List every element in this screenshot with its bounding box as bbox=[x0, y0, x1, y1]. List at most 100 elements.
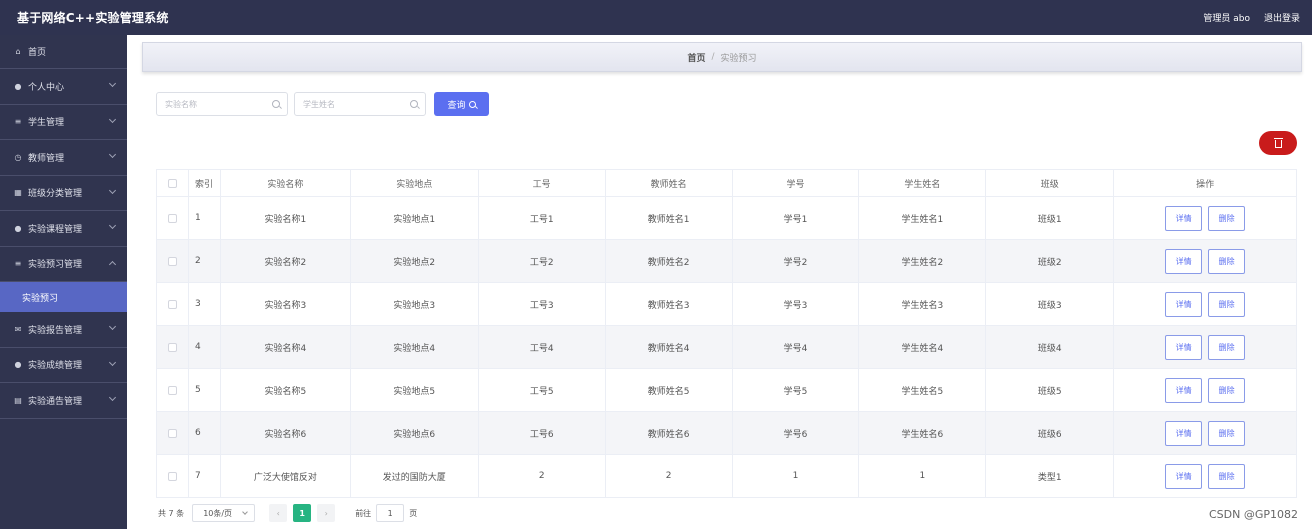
table-cell-name: 实验名称1 bbox=[221, 197, 351, 239]
data-table: 索引 实验名称 实验地点 工号 教师姓名 学号 学生姓名 班级 操作 1 实验名称… bbox=[156, 169, 1298, 498]
column-header: 班级 bbox=[986, 170, 1115, 196]
student-name-field bbox=[294, 92, 426, 116]
page-number-current[interactable]: 1 bbox=[293, 504, 312, 522]
user-icon: ● bbox=[14, 360, 22, 370]
table-cell-sid: 学号1 bbox=[733, 197, 860, 239]
row-checkbox[interactable] bbox=[167, 213, 177, 223]
table-cell-name: 实验名称5 bbox=[221, 369, 351, 411]
table-cell-student: 学生姓名5 bbox=[859, 369, 987, 411]
student-name-input[interactable] bbox=[295, 93, 405, 115]
total-count: 共 7 条 bbox=[158, 508, 185, 518]
experiment-name-input[interactable] bbox=[157, 93, 267, 115]
table-cell-idx: 1 bbox=[189, 197, 221, 239]
goto-page-input[interactable]: 1 bbox=[376, 504, 405, 522]
sidebar-item-students[interactable]: ≡ 学生管理 bbox=[0, 105, 127, 140]
goto-prefix: 前往 bbox=[355, 508, 372, 518]
table-cell-cls: 班级1 bbox=[986, 197, 1115, 239]
table-row: 5 实验名称5 实验地点5 工号5 教师姓名5 学号5 学生姓名5 班级5 详情 删除 bbox=[157, 369, 1298, 412]
sidebar-item-preview[interactable]: 实验预习 bbox=[0, 282, 127, 312]
sidebar-item-preview-management[interactable]: ≡ 实验预习管理 bbox=[0, 247, 127, 282]
breadcrumb-home[interactable]: 首页 bbox=[687, 51, 705, 64]
row-checkbox[interactable] bbox=[167, 299, 177, 309]
table-cell-sid: 学号3 bbox=[733, 283, 860, 325]
query-button[interactable]: 查询 bbox=[434, 92, 489, 116]
detail-button[interactable]: 详情 bbox=[1165, 205, 1203, 231]
table-cell-actions: 详情 删除 bbox=[1114, 412, 1298, 454]
sidebar-item-label: 实验通告管理 bbox=[28, 396, 83, 407]
sidebar-item-profile[interactable]: ● 个人中心 bbox=[0, 69, 127, 105]
table-cell-cls: 班级2 bbox=[986, 240, 1115, 282]
sidebar-item-home[interactable]: ⌂ 首页 bbox=[0, 35, 127, 69]
next-page-button[interactable]: › bbox=[317, 504, 336, 522]
sidebar-item-notices[interactable]: ▤ 实验通告管理 bbox=[0, 383, 127, 419]
page-size-value: 10条/页 bbox=[203, 508, 233, 518]
main-content: 首页 / 实验预习 查询 索引 实验名称 实验地点 工号 教师姓名 学号 学生姓… bbox=[127, 35, 1312, 529]
top-bar: 基于网络C++实验管理系统 管理员 abo 退出登录 bbox=[0, 0, 1312, 35]
sidebar-item-reports[interactable]: ✉ 实验报告管理 bbox=[0, 312, 127, 348]
table-cell-teacher: 教师姓名5 bbox=[606, 369, 733, 411]
sidebar-item-label: 教师管理 bbox=[28, 153, 65, 164]
chevron-up-icon bbox=[108, 260, 117, 268]
sidebar-item-label: 实验报告管理 bbox=[28, 325, 83, 336]
detail-button[interactable]: 详情 bbox=[1165, 334, 1203, 360]
table-cell-teacher: 2 bbox=[606, 455, 733, 497]
sidebar-item-teachers[interactable]: ◷ 教师管理 bbox=[0, 140, 127, 176]
sidebar-item-label: 实验预习管理 bbox=[28, 260, 83, 271]
table-cell-loc: 实验地点6 bbox=[351, 412, 479, 454]
user-label: 管理员 abo bbox=[1203, 14, 1250, 24]
detail-button[interactable]: 详情 bbox=[1165, 420, 1203, 446]
sidebar-item-grades[interactable]: ● 实验成绩管理 bbox=[0, 348, 127, 383]
menu-icon: ≡ bbox=[14, 259, 22, 269]
detail-button[interactable]: 详情 bbox=[1165, 377, 1203, 403]
row-checkbox[interactable] bbox=[167, 342, 177, 352]
table-cell-loc: 实验地点4 bbox=[351, 326, 479, 368]
detail-button[interactable]: 详情 bbox=[1165, 248, 1203, 274]
table-cell-idx: 7 bbox=[189, 455, 221, 497]
detail-button[interactable]: 详情 bbox=[1165, 463, 1203, 489]
page-size-select[interactable]: 10条/页 bbox=[192, 504, 256, 522]
delete-button[interactable]: 删除 bbox=[1208, 291, 1246, 317]
breadcrumb: 首页 / 实验预习 bbox=[142, 42, 1302, 72]
column-header: 教师姓名 bbox=[606, 170, 733, 196]
table-cell-actions: 详情 删除 bbox=[1114, 283, 1298, 325]
delete-button[interactable]: 删除 bbox=[1208, 205, 1246, 231]
logout-button[interactable]: 退出登录 bbox=[1264, 11, 1300, 24]
chevron-down-icon bbox=[108, 393, 117, 402]
select-all-checkbox[interactable] bbox=[167, 178, 177, 188]
delete-button[interactable]: 删除 bbox=[1208, 463, 1246, 489]
column-header: 索引 bbox=[189, 170, 221, 196]
row-checkbox[interactable] bbox=[167, 428, 177, 438]
table-cell-no: 2 bbox=[479, 455, 606, 497]
table-cell-cls: 班级3 bbox=[986, 283, 1115, 325]
table-header: 索引 实验名称 实验地点 工号 教师姓名 学号 学生姓名 班级 操作 bbox=[157, 170, 1298, 197]
delete-button[interactable]: 删除 bbox=[1208, 334, 1246, 360]
delete-button[interactable]: 删除 bbox=[1208, 377, 1246, 403]
row-select-cell bbox=[157, 197, 189, 239]
row-checkbox[interactable] bbox=[167, 256, 177, 266]
row-checkbox[interactable] bbox=[167, 385, 177, 395]
sidebar-item-label: 学生管理 bbox=[28, 118, 65, 129]
detail-button[interactable]: 详情 bbox=[1165, 291, 1203, 317]
prev-page-button[interactable]: ‹ bbox=[269, 504, 288, 522]
table-cell-name: 实验名称2 bbox=[221, 240, 351, 282]
delete-button[interactable]: 删除 bbox=[1208, 248, 1246, 274]
table-row: 1 实验名称1 实验地点1 工号1 教师姓名1 学号1 学生姓名1 班级1 详情 删除 bbox=[157, 197, 1298, 240]
search-icon bbox=[468, 100, 476, 108]
batch-delete-button[interactable] bbox=[1259, 131, 1297, 155]
home-icon: ⌂ bbox=[15, 47, 21, 56]
watermark: CSDN @GP1082 bbox=[1208, 508, 1298, 521]
experiment-name-field bbox=[156, 92, 288, 116]
sidebar-item-courses[interactable]: ● 实验课程管理 bbox=[0, 211, 127, 247]
table-row: 6 实验名称6 实验地点6 工号6 教师姓名6 学号6 学生姓名6 班级6 详情 删除 bbox=[157, 412, 1298, 455]
delete-button[interactable]: 删除 bbox=[1208, 420, 1246, 446]
breadcrumb-current: 实验预习 bbox=[720, 53, 757, 64]
chevron-down-icon bbox=[108, 358, 117, 366]
sidebar-item-label: 实验成绩管理 bbox=[28, 361, 83, 372]
app-title: 基于网络C++实验管理系统 bbox=[17, 11, 169, 25]
sidebar-item-label: 实验预习 bbox=[22, 293, 59, 304]
row-checkbox[interactable] bbox=[167, 471, 177, 481]
sidebar-item-classes[interactable]: ▦ 班级分类管理 bbox=[0, 176, 127, 211]
chevron-down-icon bbox=[108, 150, 117, 159]
table-cell-student: 1 bbox=[859, 455, 987, 497]
table-cell-no: 工号6 bbox=[479, 412, 606, 454]
